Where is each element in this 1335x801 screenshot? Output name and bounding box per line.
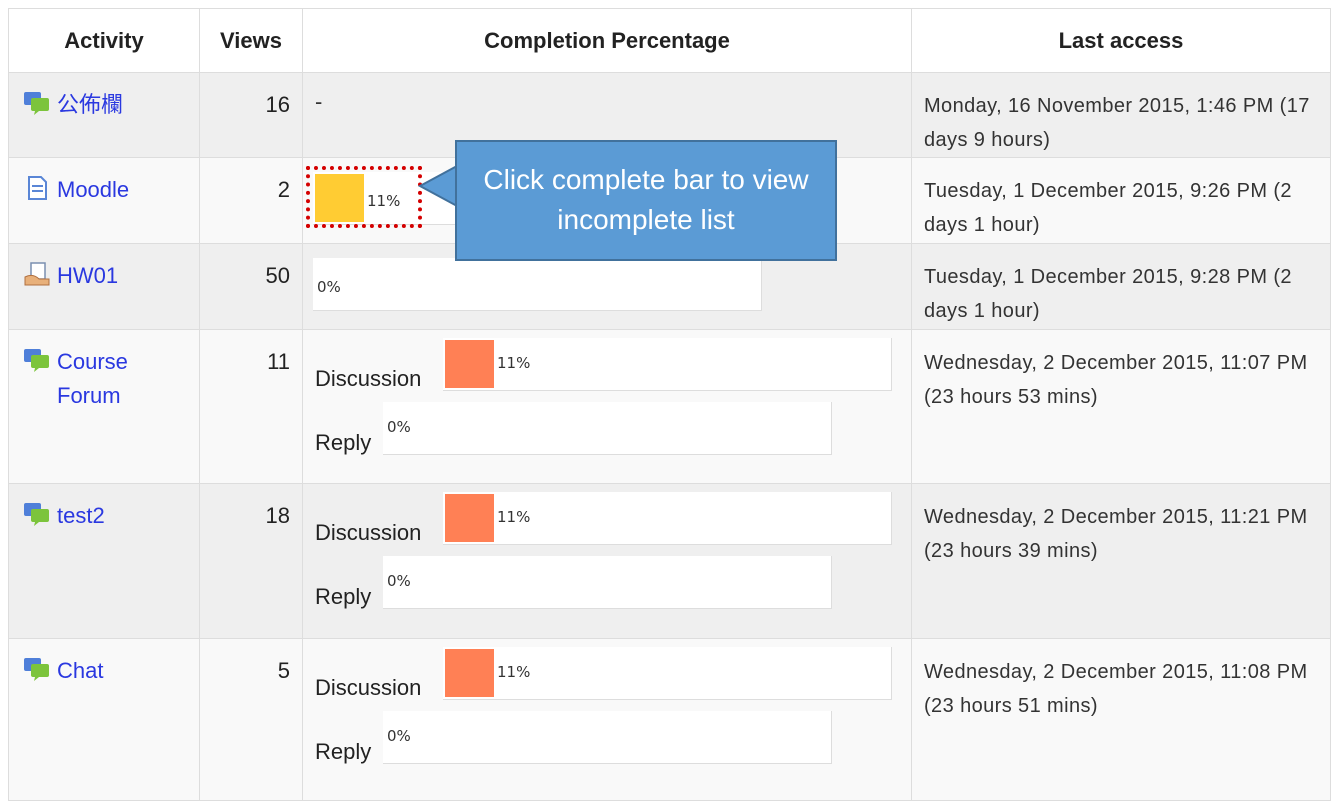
callout-pointer: [417, 164, 459, 208]
instruction-callout: Click complete bar to view incomplete li…: [455, 140, 837, 261]
